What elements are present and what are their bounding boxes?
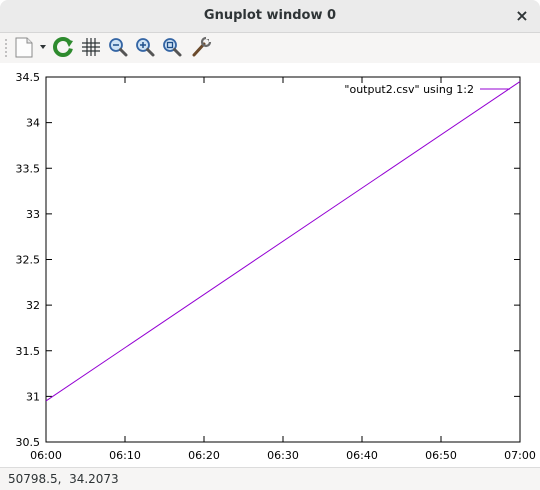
window-title: Gnuplot window 0 [203,8,337,23]
zoom-previous-button[interactable] [106,35,130,59]
grid-icon [82,38,100,56]
status-bar: 50798.5, 34.2073 [0,467,540,490]
plot-axes [45,76,521,443]
y-tick-label: 32 [26,299,40,312]
autoscale-icon [163,38,182,57]
y-tick-label: 33 [26,208,40,221]
plot-ticks: 06:00 06:10 06:20 06:30 06:40 06:50 07:00 30.5 3… [16,71,536,462]
copy-to-clipboard-icon [15,37,46,58]
x-tick-label: 06:50 [425,449,457,462]
grid-button[interactable] [79,35,103,59]
zoom-next-button[interactable] [133,35,157,59]
line-chart: 06:00 06:10 06:20 06:30 06:40 06:50 07:00 30.5 3… [16,71,536,462]
options-button[interactable] [189,35,213,59]
x-tick-label: 06:10 [109,449,141,462]
gnuplot-window: Gnuplot window 0 × 06:00 06:10 06:20 06:… [0,0,540,490]
y-tick-label: 32.5 [16,254,41,267]
plot-series [45,81,521,402]
zoom-next-icon [136,38,155,57]
x-tick-label: 06:30 [267,449,299,462]
y-tick-label: 34 [26,117,40,130]
y-tick-label: 33.5 [16,162,41,175]
plot-legend: "output2.csv" using 1:2 [344,83,510,96]
x-tick-label: 06:40 [346,449,378,462]
title-bar[interactable]: Gnuplot window 0 × [0,0,540,33]
plot-area[interactable]: 06:00 06:10 06:20 06:30 06:40 06:50 07:00 30.5 3… [0,63,540,467]
autoscale-button[interactable] [160,35,184,59]
toolbar-grip[interactable] [4,38,8,58]
zoom-previous-icon [109,38,128,57]
y-tick-label: 31 [26,390,40,403]
x-tick-label: 07:00 [504,449,536,462]
y-tick-label: 31.5 [16,345,41,358]
copy-to-clipboard-button[interactable] [12,35,48,59]
replot-icon [53,37,73,57]
replot-button[interactable] [51,35,75,59]
plot-border [45,76,521,443]
close-button[interactable]: × [512,6,532,26]
options-wrench-icon [192,36,212,57]
y-tick-label: 30.5 [16,436,41,449]
series-line [45,81,521,402]
y-tick-label: 34.5 [16,71,41,84]
x-tick-label: 06:00 [30,449,62,462]
x-tick-label: 06:20 [188,449,220,462]
legend-entry-label: "output2.csv" using 1:2 [344,83,474,96]
cursor-coordinates: 50798.5, 34.2073 [8,472,119,486]
toolbar [0,33,540,62]
